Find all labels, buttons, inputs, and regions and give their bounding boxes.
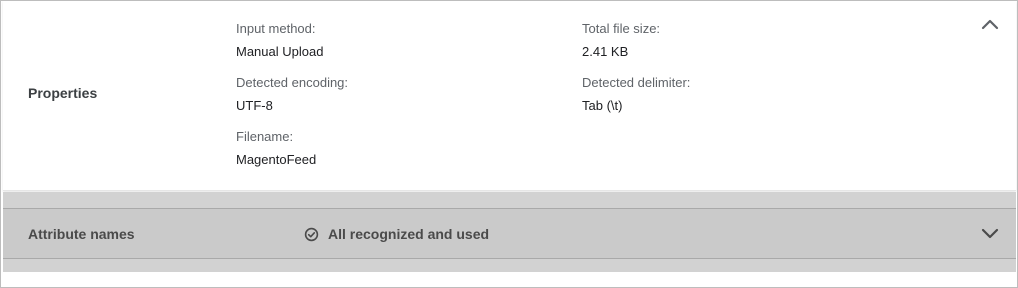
attribute-names-title: Attribute names <box>28 226 135 242</box>
properties-title: Properties <box>28 85 98 101</box>
input-method-label: Input method: <box>236 21 316 36</box>
import-summary: Properties Input method: Manual Upload D… <box>0 0 1018 288</box>
chevron-up-icon[interactable] <box>979 13 1001 35</box>
total-file-size-label: Total file size: <box>582 21 661 36</box>
filename-value: MagentoFeed <box>236 152 317 167</box>
input-method-value: Manual Upload <box>236 44 324 59</box>
attribute-status: All recognized and used <box>304 225 489 243</box>
detected-delimiter-label: Detected delimiter: <box>582 75 691 90</box>
properties-panel: Properties Input method: Manual Upload D… <box>3 1 1016 191</box>
attribute-names-panel[interactable]: Attribute names All recognized and used <box>3 208 1016 259</box>
detected-encoding-value: UTF-8 <box>236 98 273 113</box>
chevron-down-icon[interactable] <box>979 223 1001 245</box>
attribute-status-text: All recognized and used <box>328 226 490 242</box>
detected-delimiter-value: Tab (\t) <box>582 98 623 113</box>
filename-label: Filename: <box>236 129 294 144</box>
check-circle-icon <box>304 227 319 242</box>
detected-encoding-label: Detected encoding: <box>236 75 349 90</box>
total-file-size-value: 2.41 KB <box>582 44 629 59</box>
